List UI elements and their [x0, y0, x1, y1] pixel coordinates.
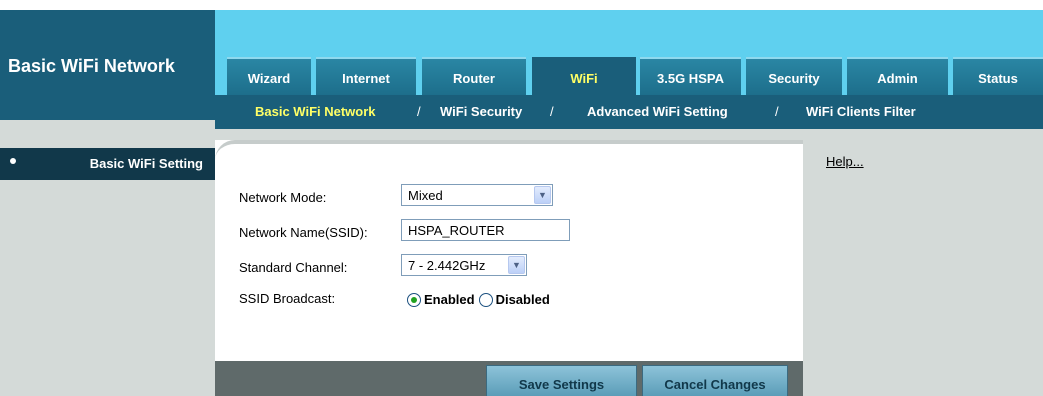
- tab-wifi[interactable]: WiFi: [532, 57, 636, 95]
- standard-channel-value: 7 - 2.442GHz: [408, 257, 486, 273]
- ssid-broadcast-disabled-radio[interactable]: [478, 292, 493, 307]
- ssid-broadcast-options: Enabled Disabled: [407, 292, 554, 307]
- tab-router[interactable]: Router: [422, 57, 526, 95]
- subnav-separator: /: [417, 104, 421, 119]
- network-mode-value: Mixed: [408, 187, 443, 203]
- network-name-label: Network Name(SSID):: [239, 225, 368, 240]
- page-title: Basic WiFi Network: [8, 56, 175, 76]
- save-settings-button[interactable]: Save Settings: [486, 365, 637, 396]
- network-name-input[interactable]: HSPA_ROUTER: [401, 219, 570, 241]
- tab-security[interactable]: Security: [746, 57, 842, 95]
- help-panel: Help...: [803, 140, 1043, 396]
- subnav-separator: /: [550, 104, 554, 119]
- subnav-advanced-wifi-setting[interactable]: Advanced WiFi Setting: [587, 104, 728, 119]
- chevron-down-icon: ▼: [508, 256, 525, 274]
- standard-channel-select[interactable]: 7 - 2.442GHz ▼: [401, 254, 527, 276]
- settings-panel: Network Mode: Mixed ▼ Network Name(SSID)…: [215, 140, 803, 396]
- network-mode-select[interactable]: Mixed ▼: [401, 184, 553, 206]
- ssid-broadcast-label: SSID Broadcast:: [239, 291, 336, 306]
- sub-navigation: Basic WiFi Network / WiFi Security / Adv…: [215, 95, 1043, 129]
- ssid-broadcast-disabled-label[interactable]: Disabled: [496, 292, 550, 307]
- help-link[interactable]: Help...: [826, 154, 864, 169]
- main-tabs: Wizard Internet Router WiFi 3.5G HSPA Se…: [215, 57, 1043, 95]
- subnav-wifi-security[interactable]: WiFi Security: [440, 104, 522, 119]
- subnav-separator: /: [775, 104, 779, 119]
- subnav-basic-wifi-network[interactable]: Basic WiFi Network: [255, 104, 376, 119]
- ssid-broadcast-enabled-radio[interactable]: [407, 292, 421, 307]
- ssid-broadcast-enabled-label[interactable]: Enabled: [424, 292, 475, 307]
- tab-admin[interactable]: Admin: [847, 57, 948, 95]
- header-title-block: Basic WiFi Network: [0, 10, 215, 120]
- cancel-changes-button[interactable]: Cancel Changes: [642, 365, 788, 396]
- tab-status[interactable]: Status: [953, 57, 1043, 95]
- bullet-icon: [10, 158, 16, 164]
- tab-wizard[interactable]: Wizard: [227, 57, 311, 95]
- tab-internet[interactable]: Internet: [316, 57, 416, 95]
- tab-3-5g-hspa[interactable]: 3.5G HSPA: [640, 57, 741, 95]
- content-top-band: [215, 129, 1043, 140]
- subnav-wifi-clients-filter[interactable]: WiFi Clients Filter: [806, 104, 916, 119]
- sidebar-item-basic-wifi-setting[interactable]: Basic WiFi Setting: [0, 148, 215, 180]
- sidebar-item-label: Basic WiFi Setting: [89, 156, 203, 171]
- chevron-down-icon: ▼: [534, 186, 551, 204]
- network-mode-label: Network Mode:: [239, 190, 327, 205]
- radio-selected-icon: [411, 296, 417, 303]
- standard-channel-label: Standard Channel:: [239, 260, 348, 275]
